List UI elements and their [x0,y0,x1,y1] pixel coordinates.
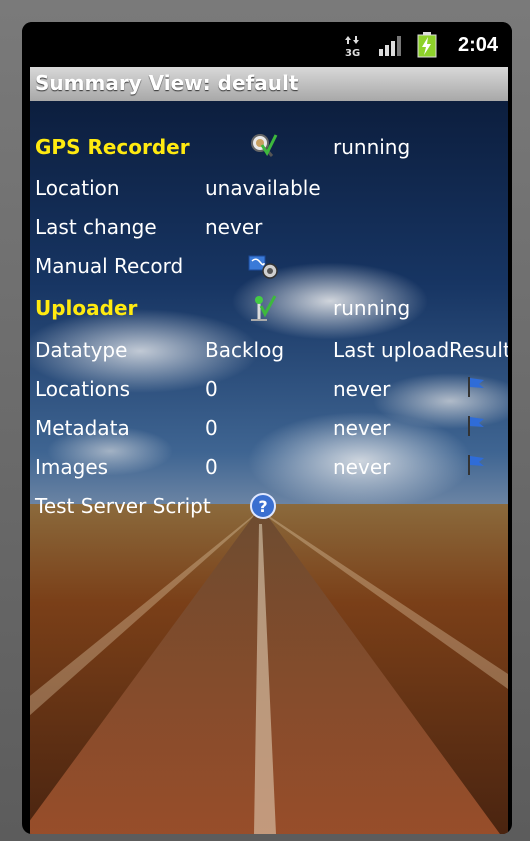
uploader-column-headers: Datatype Backlog Last upload Result [30,330,508,369]
last-change-label: Last change [35,215,157,239]
last-upload-value: never [333,377,391,401]
status-time: 2:04 [457,34,498,56]
manual-record-icon[interactable] [247,252,279,284]
manual-record-label: Manual Record [35,254,184,278]
datatype-name: Images [35,455,109,479]
column-backlog: Backlog [205,338,285,362]
last-change-row: Last change never [30,207,508,246]
table-row: Metadata 0 never [30,408,508,447]
flag-icon [466,414,488,442]
signal-bars-icon [378,35,404,61]
flag-icon [466,453,488,481]
emulator-frame: 3G 2:04 Summary View: default GPS Record… [0,0,530,841]
svg-text:?: ? [258,497,267,516]
location-value: unavailable [205,176,321,200]
last-upload-value: never [333,455,391,479]
test-server-label: Test Server Script [35,494,211,518]
status-bar: 3G 2:04 [22,22,512,67]
page-title: Summary View: default [35,71,299,95]
title-bar: Summary View: default [30,67,508,101]
uploader-check-icon[interactable] [247,292,277,328]
column-result: Result [449,338,508,362]
backlog-value: 0 [205,416,218,440]
column-datatype: Datatype [35,338,128,362]
gps-status: running [333,135,411,159]
backlog-value: 0 [205,455,218,479]
table-row: Locations 0 never [30,369,508,408]
uploader-row[interactable]: Uploader running [30,288,508,327]
datatype-name: Metadata [35,416,130,440]
uploader-label: Uploader [35,296,138,320]
last-upload-value: never [333,416,391,440]
gps-recorder-row[interactable]: GPS Recorder running [30,127,508,166]
last-change-value: never [205,215,263,239]
summary-content: GPS Recorder running Location unavailabl… [30,101,508,834]
network-type-label: 3G [345,48,360,57]
uploader-status: running [333,296,411,320]
road-background [30,504,508,834]
location-label: Location [35,176,120,200]
table-row: Images 0 never [30,447,508,486]
location-row: Location unavailable [30,168,508,207]
gps-recorder-label: GPS Recorder [35,135,190,159]
flag-icon [466,375,488,403]
device-screen: 3G 2:04 Summary View: default GPS Record… [22,22,512,834]
data-arrows-icon: 3G [344,35,362,61]
column-last-upload: Last upload [333,338,450,362]
help-question-icon[interactable]: ? [249,492,277,524]
manual-record-row[interactable]: Manual Record [30,246,508,285]
test-server-row[interactable]: Test Server Script ? [30,486,508,525]
gps-check-icon[interactable] [248,131,278,165]
backlog-value: 0 [205,377,218,401]
datatype-name: Locations [35,377,131,401]
battery-charging-icon [417,32,437,62]
